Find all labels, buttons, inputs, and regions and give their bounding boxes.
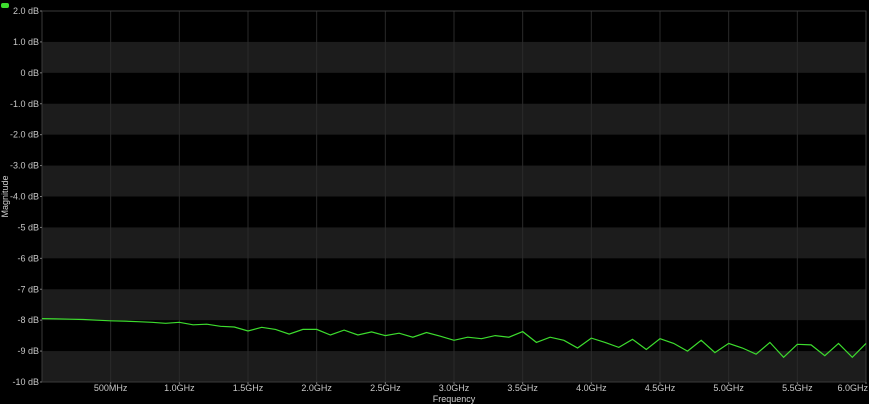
y-tick-label-4: -2.0 dB xyxy=(10,130,39,140)
y-tick-label-5: -3.0 dB xyxy=(10,161,39,171)
y-tick-label-2: 0 dB xyxy=(20,68,39,78)
x-tick-label-0: 500MHz xyxy=(94,383,128,393)
x-tick-label-1: 1.0GHz xyxy=(164,383,195,393)
y-tick-label-10: -8 dB xyxy=(17,315,39,325)
y-tick-label-8: -6 dB xyxy=(17,253,39,263)
x-tick-label-8: 4.5GHz xyxy=(645,383,676,393)
y-tick-label-0: 2.0 dB xyxy=(13,6,39,16)
y-tick-label-12: -10 dB xyxy=(12,377,39,387)
x-tick-label-6: 3.5GHz xyxy=(507,383,538,393)
y-tick-label-1: 1.0 dB xyxy=(13,37,39,47)
x-tick-label-5: 3.0GHz xyxy=(439,383,470,393)
y-tick-label-6: -4.0 dB xyxy=(10,192,39,202)
y-tick-label-3: -1.0 dB xyxy=(10,99,39,109)
y-tick-labels: 2.0 dB 1.0 dB 0 dB -1.0 dB -2.0 dB -3.0 dB -4.… xyxy=(10,6,42,387)
y-tick-label-11: -9 dB xyxy=(17,346,39,356)
x-tick-label-3: 2.0GHz xyxy=(301,383,332,393)
x-tick-label-2: 1.5GHz xyxy=(233,383,264,393)
x-tick-label-10: 5.5GHz xyxy=(782,383,813,393)
x-tick-label-11: 6.0GHz xyxy=(837,383,868,393)
x-axis-title: Frequency xyxy=(433,394,476,404)
y-tick-label-7: -5 dB xyxy=(17,222,39,232)
frequency-response-chart: 2.0 dB 1.0 dB 0 dB -1.0 dB -2.0 dB -3.0 dB -4.… xyxy=(0,6,868,404)
x-tick-label-7: 4.0GHz xyxy=(576,383,607,393)
y-axis-title: Magnitude xyxy=(0,175,10,217)
y-tick-label-9: -7 dB xyxy=(17,284,39,294)
x-tick-label-9: 5.0GHz xyxy=(713,383,744,393)
x-tick-label-4: 2.5GHz xyxy=(370,383,401,393)
x-tick-labels: 500MHz 1.0GHz 1.5GHz 2.0GHz 2.5GHz 3.0GHz 3.5G… xyxy=(94,382,868,393)
